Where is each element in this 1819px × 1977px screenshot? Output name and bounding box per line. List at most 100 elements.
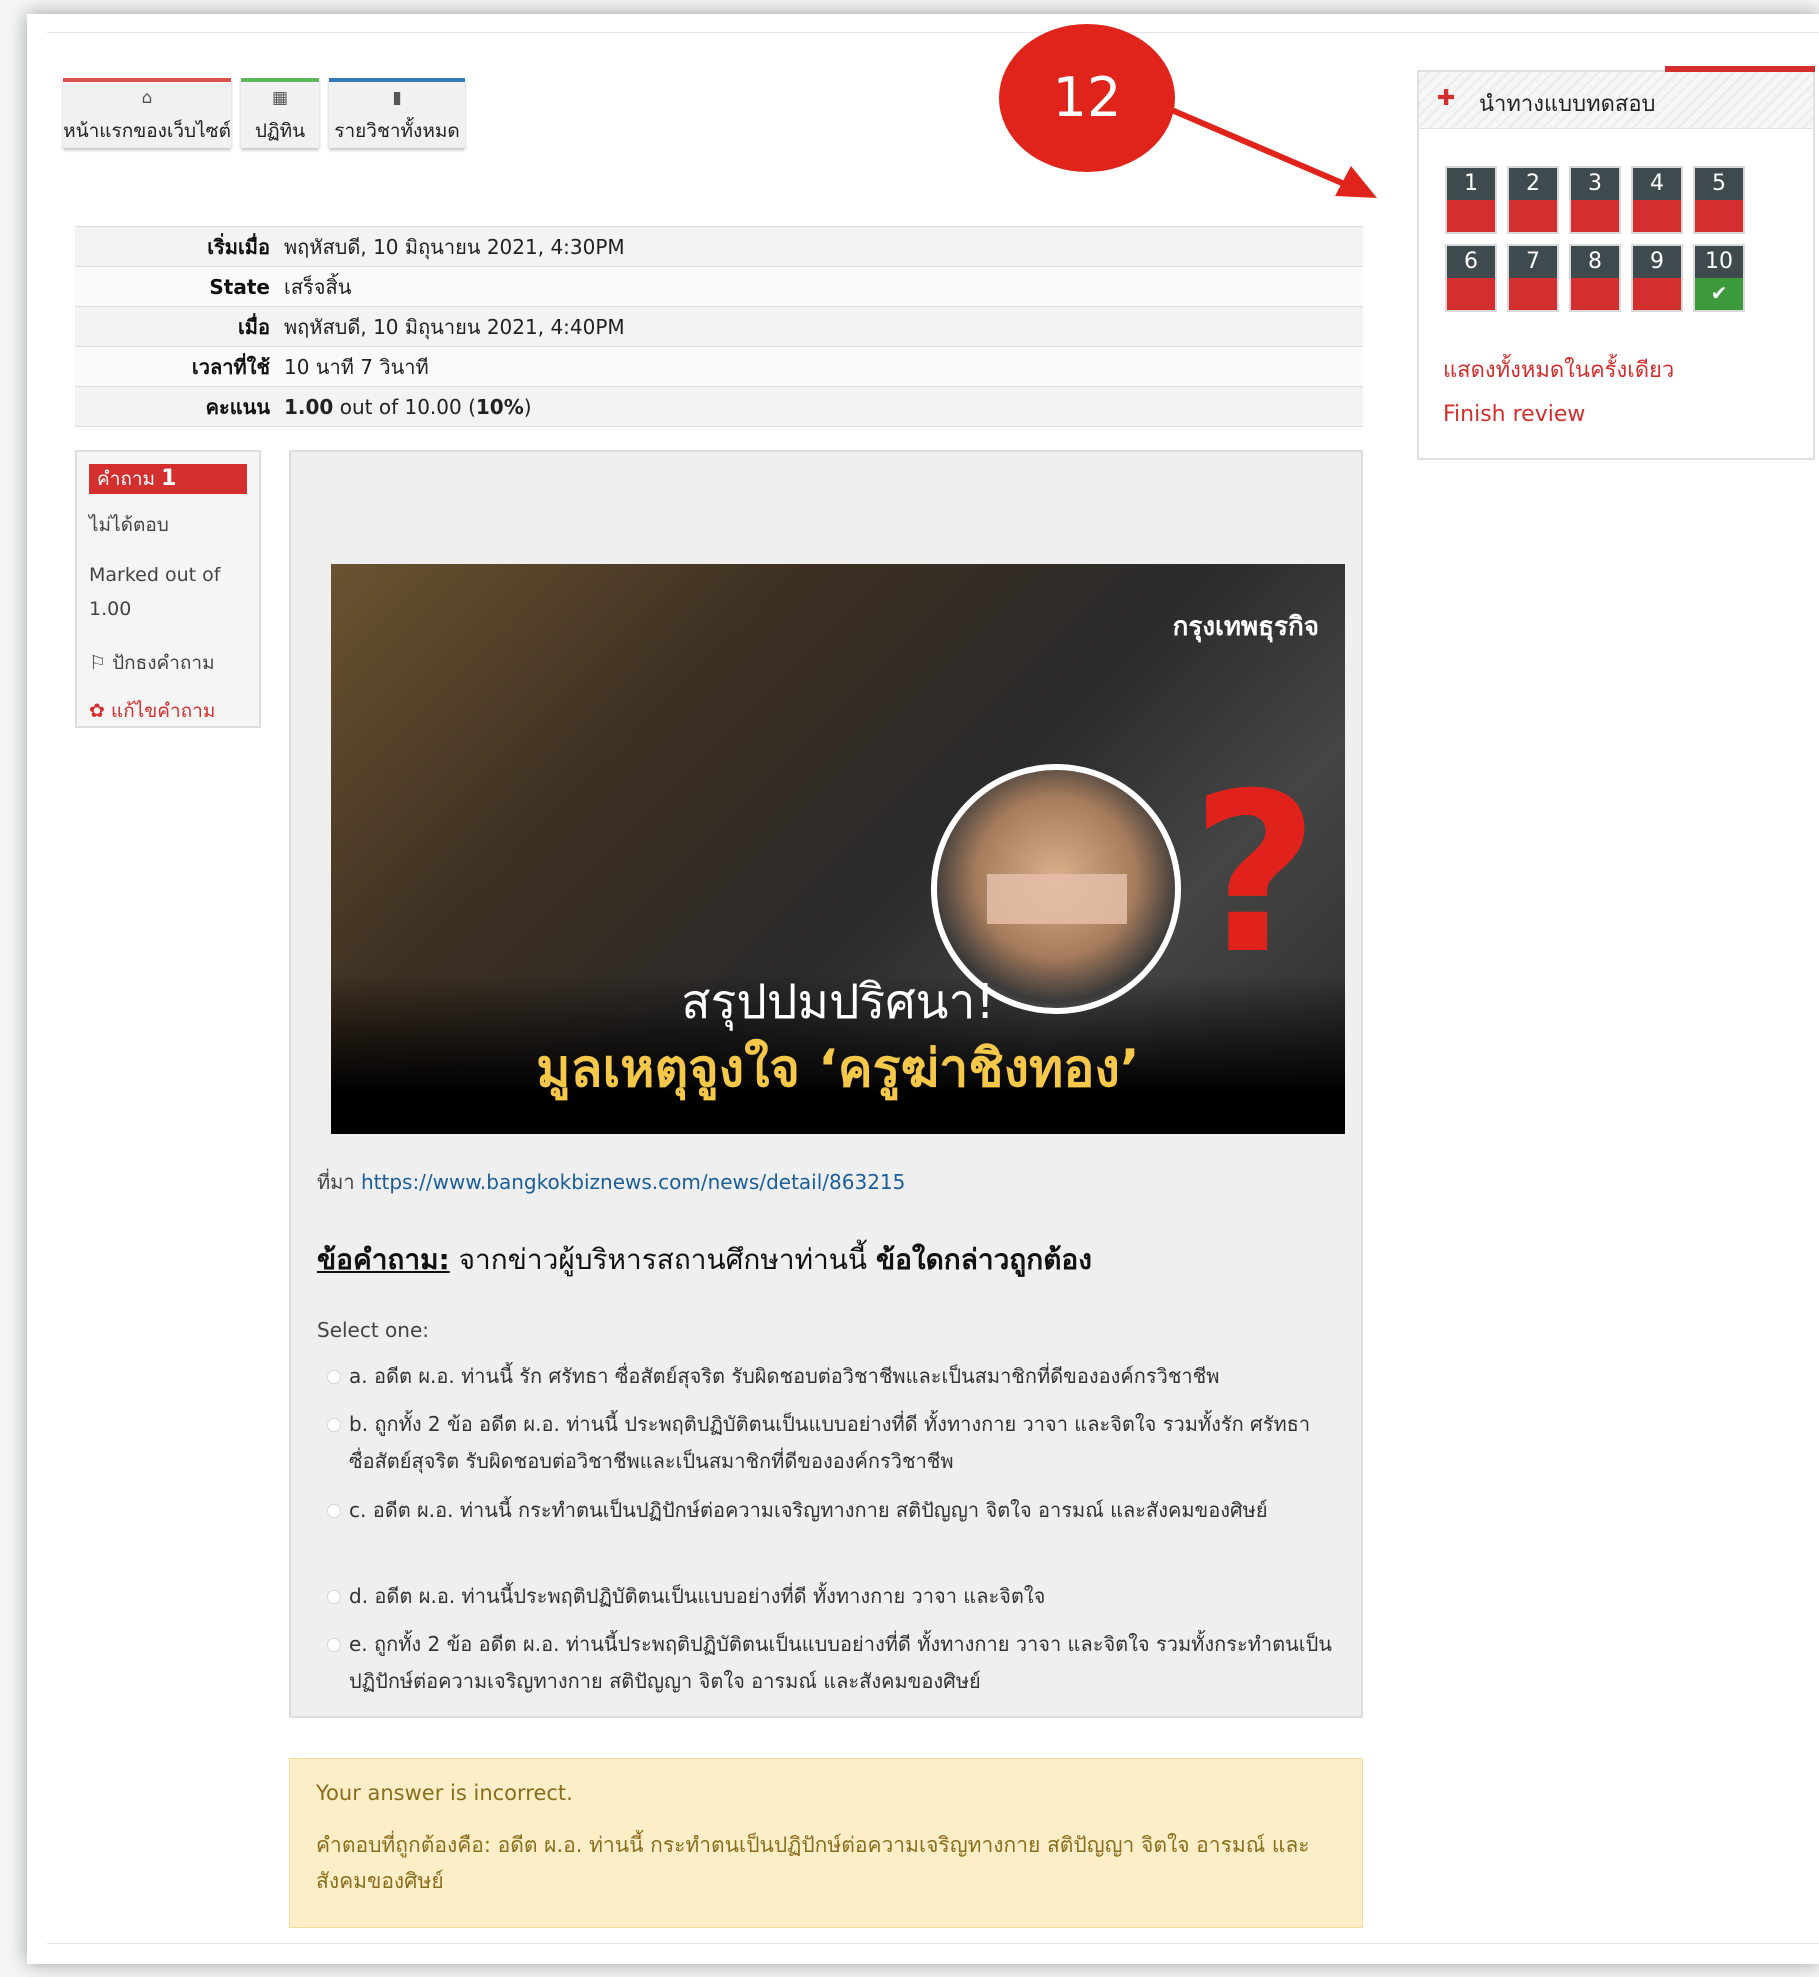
question-text: ข้อคำถาม: จากข่าวผู้บริหารสถานศึกษาท่านน… <box>317 1238 1092 1282</box>
source-label: ที่มา <box>317 1170 361 1194</box>
home-button[interactable]: ⌂ หน้าแรกของเว็บไซต์ <box>63 78 231 148</box>
summary-row-state: State เสร็จสิ้น <box>75 267 1363 307</box>
quiz-nav-number: 2 <box>1509 168 1557 200</box>
quiz-nav-button-4[interactable]: 4 <box>1631 166 1683 234</box>
grade-value: 1.00 out of 10.00 (10%) <box>284 395 532 419</box>
quiz-nav-number: 10 <box>1695 246 1743 278</box>
radio-button[interactable] <box>327 1590 341 1604</box>
started-value: พฤหัสบดี, 10 มิถุนายน 2021, 4:30PM <box>284 234 625 259</box>
question-info-box: คำถาม 1 ไม่ได้ตอบ Marked out of 1.00 ⚐ ป… <box>75 450 261 728</box>
bottom-divider <box>47 1943 1819 1944</box>
grade-percent: 10% <box>475 394 524 419</box>
feedback-correct-answer: คำตอบที่ถูกต้องคือ: อดีต ผ.อ. ท่านนี้ กร… <box>316 1833 1310 1893</box>
book-icon: ▮ <box>392 88 402 108</box>
quiz-nav-number: 6 <box>1447 246 1495 278</box>
quiz-nav-button-10[interactable]: 10 ✔ <box>1693 244 1745 312</box>
gear-icon: ✿ <box>89 700 105 722</box>
state-value: เสร็จสิ้น <box>284 274 352 299</box>
prompt-bold: ข้อใดกล่าวถูกต้อง <box>875 1243 1092 1276</box>
grade-score: 1.00 <box>284 394 334 419</box>
flag-question-link[interactable]: ⚐ ปักธงคำถาม <box>89 648 215 678</box>
grade-mid: out of 10.00 ( <box>333 394 476 419</box>
top-divider <box>47 32 1819 33</box>
image-source: ที่มา https://www.bangkokbiznews.com/new… <box>317 1166 905 1198</box>
attempt-summary-table: เริ่มเมื่อ พฤหัสบดี, 10 มิถุนายน 2021, 4… <box>75 226 1363 427</box>
image-caption-2: มูลเหตุจูงใจ ‘ครูฆ่าชิงทอง’ <box>536 1039 1140 1099</box>
quiz-nav-number: 7 <box>1509 246 1557 278</box>
option-text: a. อดีต ผ.อ. ท่านนี้ รัก ศรัทธา ซื่อสัตย… <box>349 1364 1220 1388</box>
summary-row-grade: คะแนน 1.00 out of 10.00 (10%) <box>75 387 1363 427</box>
edit-question-link[interactable]: ✿ แก้ไขคำถาม <box>89 696 215 726</box>
started-label: เริ่มเมื่อ <box>207 234 270 259</box>
quiz-nav-number: 5 <box>1695 168 1743 200</box>
home-label: หน้าแรกของเว็บไซต์ <box>63 120 231 142</box>
quiz-nav-button-2[interactable]: 2 <box>1507 166 1559 234</box>
face-blur <box>987 874 1127 924</box>
answer-option-b[interactable]: b. ถูกทั้ง 2 ข้อ อดีต ผ.อ. ท่านนี้ ประพฤ… <box>327 1406 1337 1480</box>
quiz-navigation-block: ✚ นำทางแบบทดสอบ 1 2 3 4 5 6 7 8 9 10 ✔ แส… <box>1417 66 1815 460</box>
completed-label: เมื่อ <box>237 314 270 339</box>
quiz-nav-number: 9 <box>1633 246 1681 278</box>
quiz-nav-number: 8 <box>1571 246 1619 278</box>
quiz-nav-button-7[interactable]: 7 <box>1507 244 1559 312</box>
time-value: 10 นาที 7 วินาที <box>284 354 429 379</box>
page: ⌂ หน้าแรกของเว็บไซต์ ▦ ปฏิทิน ▮ รายวิชาท… <box>27 14 1819 1964</box>
grade-label: คะแนน <box>205 394 270 419</box>
quiz-nav-button-9[interactable]: 9 <box>1631 244 1683 312</box>
courses-button[interactable]: ▮ รายวิชาทั้งหมด <box>329 78 465 148</box>
prompt-text: จากข่าวผู้บริหารสถานศึกษาท่านนี้ <box>449 1243 876 1276</box>
finish-review-link[interactable]: Finish review <box>1443 402 1585 427</box>
courses-label: รายวิชาทั้งหมด <box>334 120 460 142</box>
question-status: ไม่ได้ตอบ <box>89 514 169 536</box>
option-text: b. ถูกทั้ง 2 ข้อ อดีต ผ.อ. ท่านนี้ ประพฤ… <box>349 1412 1311 1473</box>
check-icon: ✔ <box>1710 281 1728 305</box>
option-text: e. ถูกทั้ง 2 ข้อ อดีต ผ.อ. ท่านนี้ประพฤต… <box>349 1632 1332 1693</box>
select-one-label: Select one: <box>317 1318 430 1342</box>
calendar-icon: ▦ <box>271 88 289 108</box>
question-label: คำถาม <box>97 468 156 490</box>
question-marked: Marked out of 1.00 <box>89 564 221 620</box>
completed-value: พฤหัสบดี, 10 มิถุนายน 2021, 4:40PM <box>284 314 625 339</box>
quiz-nav-button-3[interactable]: 3 <box>1569 166 1621 234</box>
radio-button[interactable] <box>327 1370 341 1384</box>
state-label: State <box>209 274 270 299</box>
show-all-link[interactable]: แสดงทั้งหมดในครั้งเดียว <box>1443 352 1674 387</box>
grade-end: ) <box>523 394 532 419</box>
question-number-badge: คำถาม 1 <box>89 464 247 494</box>
quiz-nav-button-1[interactable]: 1 <box>1445 166 1497 234</box>
question-number: 1 <box>161 466 177 491</box>
source-link[interactable]: https://www.bangkokbiznews.com/news/deta… <box>361 1170 905 1194</box>
quiz-navigation-header: ✚ นำทางแบบทดสอบ <box>1419 72 1813 129</box>
quiz-nav-number: 1 <box>1447 168 1495 200</box>
option-text: d. อดีต ผ.อ. ท่านนี้ประพฤติปฏิบัติตนเป็น… <box>349 1584 1046 1608</box>
quiz-nav-button-5[interactable]: 5 <box>1693 166 1745 234</box>
calendar-label: ปฏิทิน <box>254 120 306 142</box>
option-text: c. อดีต ผ.อ. ท่านนี้ กระทำตนเป็นปฏิปักษ์… <box>349 1498 1268 1522</box>
quiz-nav-button-8[interactable]: 8 <box>1569 244 1621 312</box>
flag-icon: ⚐ <box>89 652 107 674</box>
home-icon: ⌂ <box>141 88 153 108</box>
answer-option-a[interactable]: a. อดีต ผ.อ. ท่านนี้ รัก ศรัทธา ซื่อสัตย… <box>327 1358 1337 1395</box>
quiz-nav-button-6[interactable]: 6 <box>1445 244 1497 312</box>
annotation-badge: 12 <box>999 24 1175 172</box>
answer-feedback: Your answer is incorrect. คำตอบที่ถูกต้อ… <box>289 1758 1363 1928</box>
quiz-nav-number: 4 <box>1633 168 1681 200</box>
answer-option-c[interactable]: c. อดีต ผ.อ. ท่านนี้ กระทำตนเป็นปฏิปักษ์… <box>327 1492 1337 1529</box>
radio-button[interactable] <box>327 1504 341 1518</box>
annotation-arrow-icon <box>1167 105 1377 198</box>
feedback-result: Your answer is incorrect. <box>316 1781 573 1805</box>
pin-icon: ✚ <box>1437 86 1456 111</box>
answer-option-e[interactable]: e. ถูกทั้ง 2 ข้อ อดีต ผ.อ. ท่านนี้ประพฤต… <box>327 1626 1337 1700</box>
summary-row-completed: เมื่อ พฤหัสบดี, 10 มิถุนายน 2021, 4:40PM <box>75 307 1363 347</box>
summary-row-started: เริ่มเมื่อ พฤหัสบดี, 10 มิถุนายน 2021, 4… <box>75 227 1363 267</box>
prompt-label: ข้อคำถาม: <box>317 1243 450 1276</box>
radio-button[interactable] <box>327 1638 341 1652</box>
calendar-button[interactable]: ▦ ปฏิทิน <box>241 78 319 148</box>
quiz-nav-number: 3 <box>1571 168 1619 200</box>
quiz-navigation-title: นำทางแบบทดสอบ <box>1479 92 1656 117</box>
edit-label: แก้ไขคำถาม <box>110 700 216 722</box>
summary-row-time: เวลาที่ใช้ 10 นาที 7 วินาที <box>75 347 1363 387</box>
answer-option-d[interactable]: d. อดีต ผ.อ. ท่านนี้ประพฤติปฏิบัติตนเป็น… <box>327 1578 1337 1615</box>
question-mark-graphic: ? <box>1191 746 1319 1002</box>
radio-button[interactable] <box>327 1418 341 1432</box>
